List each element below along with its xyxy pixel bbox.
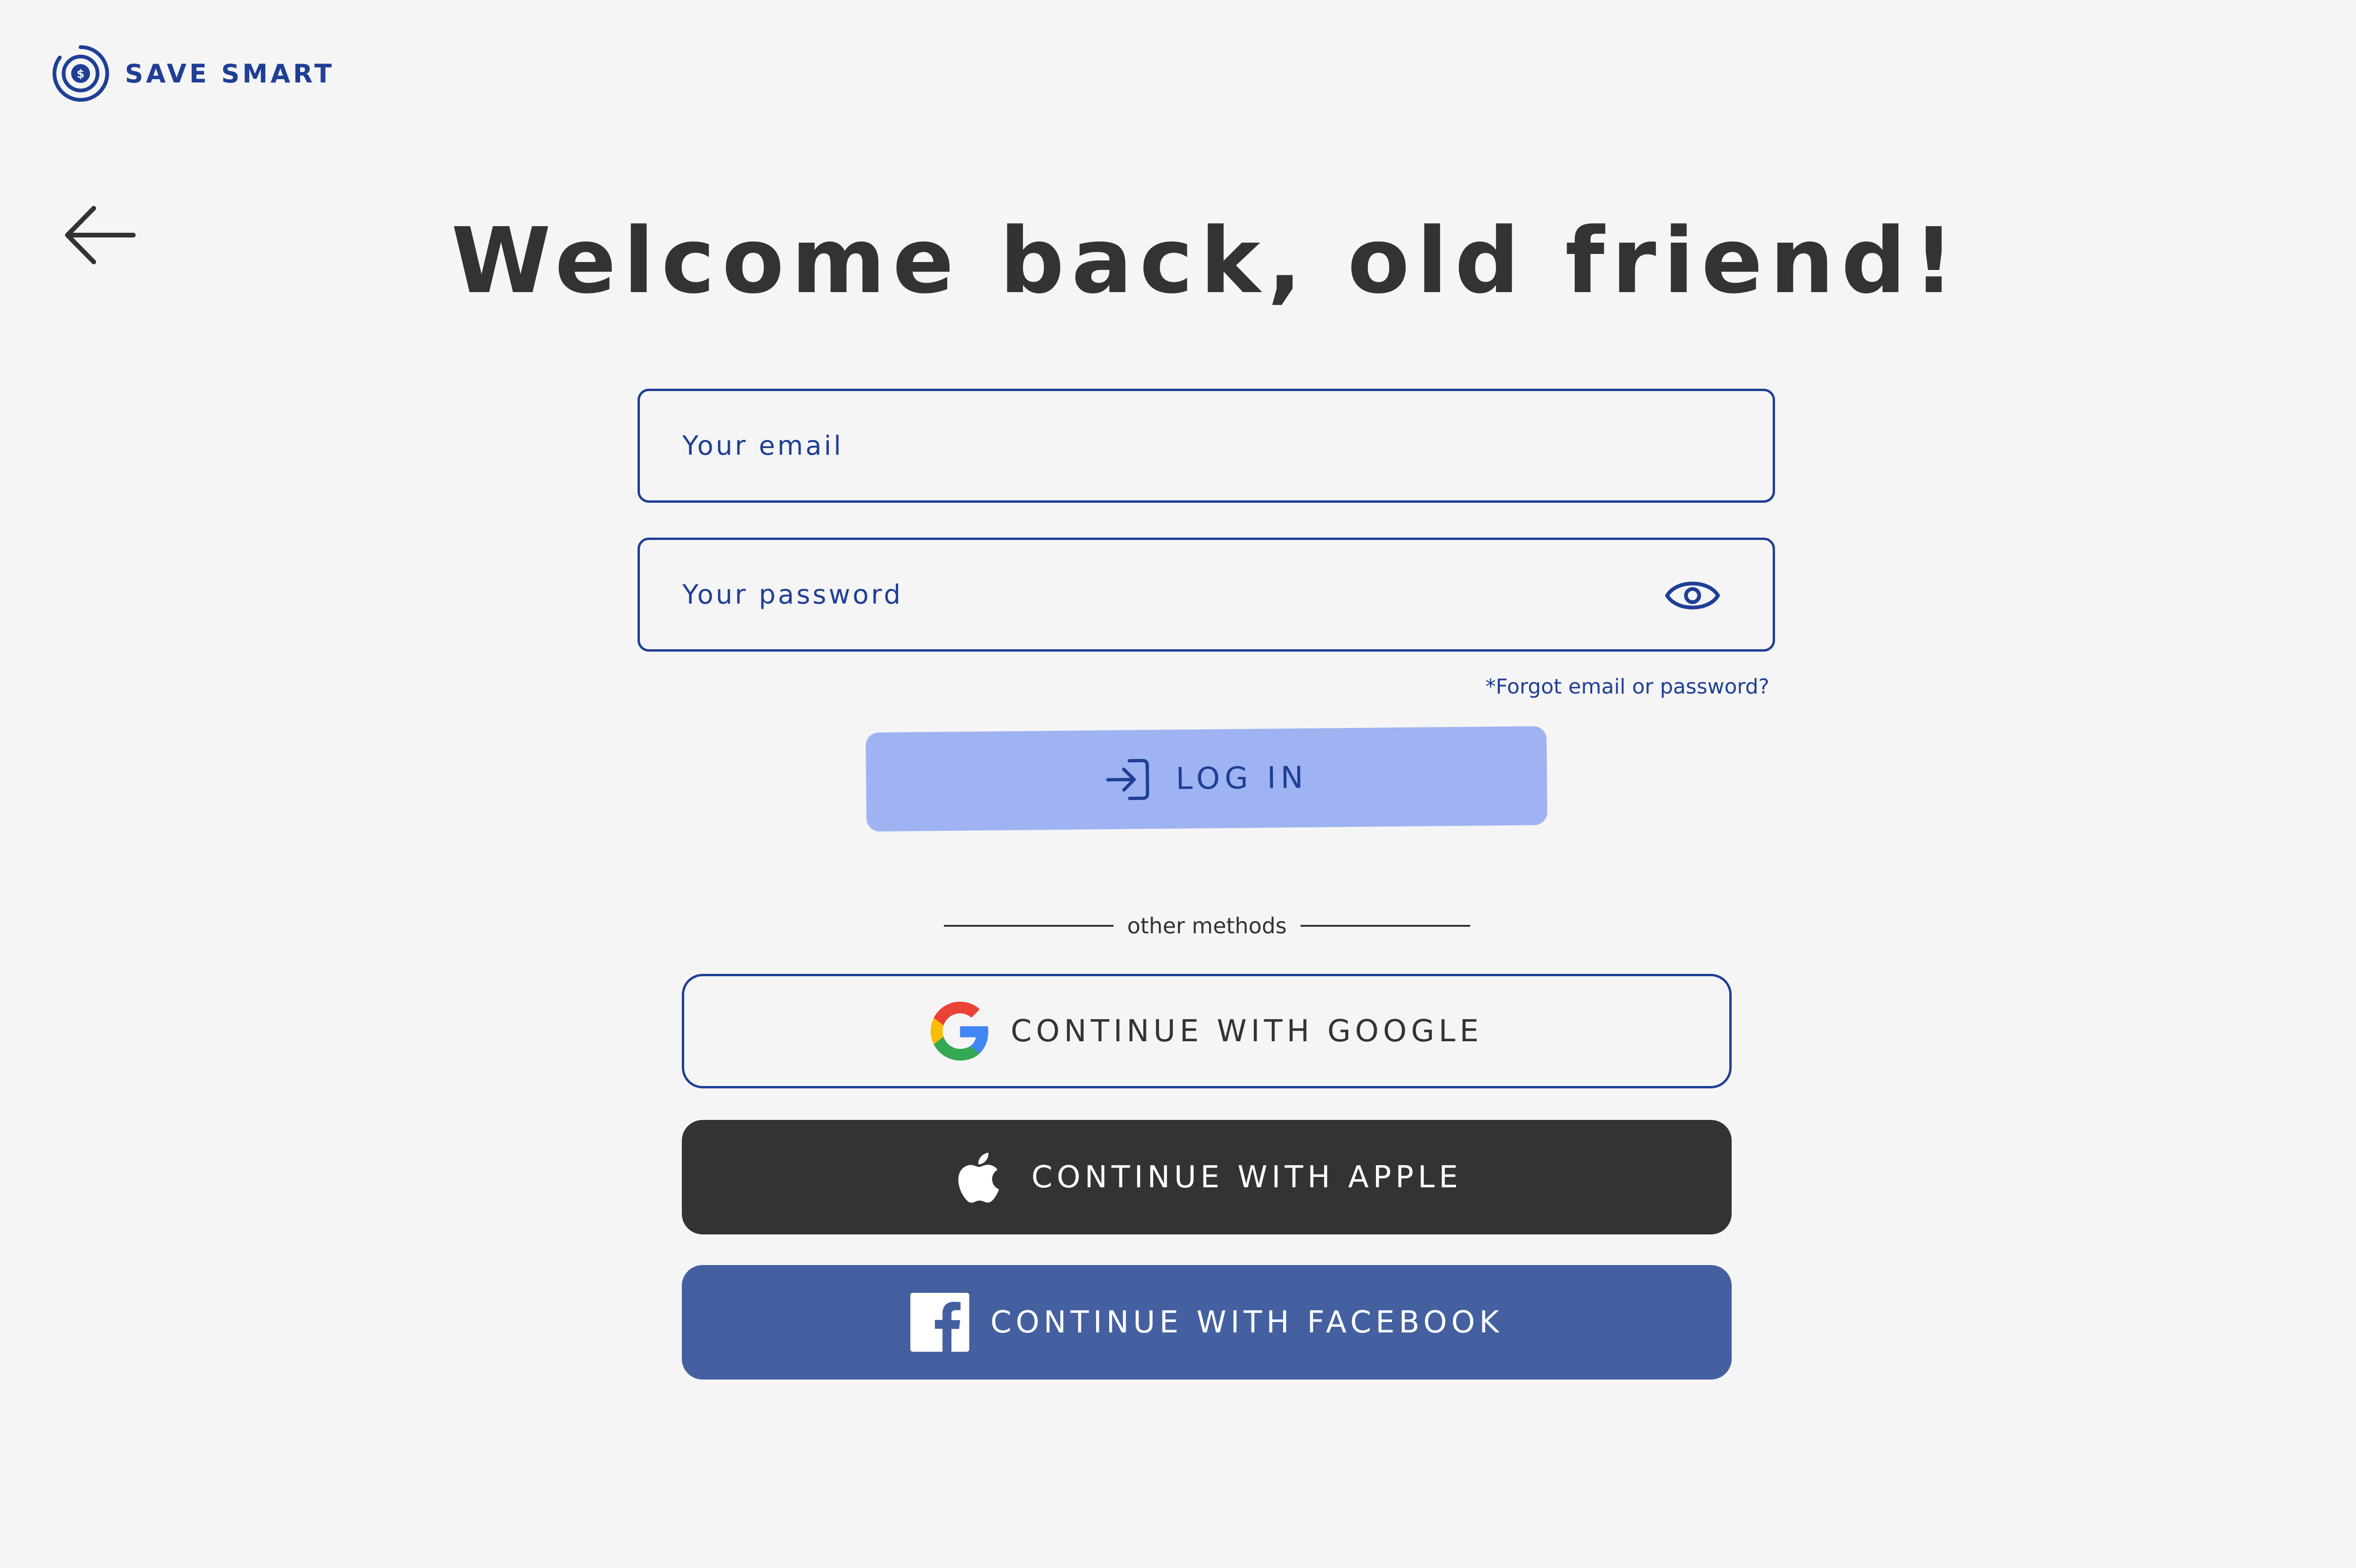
password-field-container — [638, 538, 1775, 652]
facebook-icon — [910, 1293, 969, 1352]
google-button-label: CONTINUE WITH GOOGLE — [1010, 1013, 1483, 1049]
password-field[interactable] — [640, 540, 1773, 649]
continue-with-google-button[interactable]: CONTINUE WITH GOOGLE — [682, 974, 1732, 1088]
coin-target-icon: $ — [50, 43, 111, 104]
brand-logo[interactable]: $ SAVE SMART — [50, 43, 335, 104]
continue-with-apple-button[interactable]: CONTINUE WITH APPLE — [682, 1120, 1732, 1234]
login-arrow-icon — [1105, 756, 1153, 803]
divider-text: other methods — [1127, 913, 1287, 939]
email-field-container — [638, 389, 1775, 503]
page-title: Welcome back, old friend! — [451, 209, 1962, 314]
google-icon — [930, 1002, 990, 1061]
email-field[interactable] — [640, 391, 1773, 500]
svg-text:$: $ — [77, 67, 85, 81]
facebook-button-label: CONTINUE WITH FACEBOOK — [990, 1305, 1504, 1340]
other-methods-divider: other methods — [944, 909, 1470, 942]
divider-line-right — [1301, 925, 1470, 927]
login-button[interactable]: LOG IN — [866, 726, 1547, 832]
login-button-label: LOG IN — [1175, 760, 1309, 797]
eye-icon[interactable] — [1664, 573, 1721, 618]
apple-button-label: CONTINUE WITH APPLE — [1031, 1160, 1463, 1195]
apple-icon — [951, 1148, 1010, 1207]
continue-with-facebook-button[interactable]: CONTINUE WITH FACEBOOK — [682, 1265, 1732, 1380]
brand-name: SAVE SMART — [125, 58, 335, 89]
divider-line-left — [944, 925, 1113, 927]
forgot-credentials-link[interactable]: *Forgot email or password? — [1485, 675, 1769, 699]
